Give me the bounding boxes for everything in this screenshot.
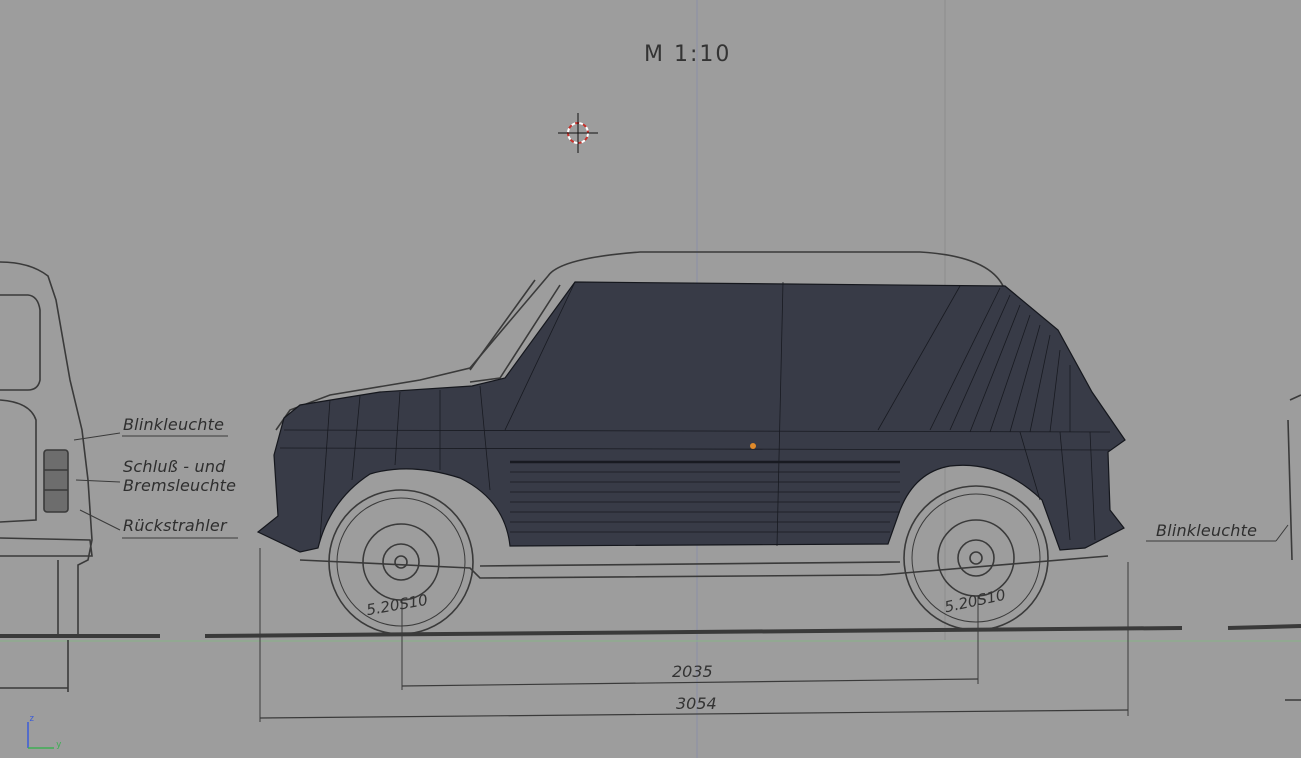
car-body-mesh: [256, 281, 1126, 553]
axis-gizmo: [27, 722, 54, 749]
blueprint-canvas[interactable]: [0, 0, 1301, 758]
rueckstrahler-label: Rückstrahler: [123, 516, 227, 535]
object-origin: [750, 443, 756, 449]
3d-cursor[interactable]: [558, 113, 598, 153]
length-dimension: 3054: [676, 694, 717, 713]
scale-label: M 1:10: [644, 42, 732, 67]
bremsleuchte-label: Bremsleuchte: [123, 476, 237, 495]
schluss-label: Schluß - und: [123, 457, 226, 476]
axis-y-label: y: [56, 740, 62, 750]
wheelbase-dimension: 2035: [672, 662, 713, 681]
blinkleuchte-label-right: Blinkleuchte: [1156, 521, 1258, 540]
axis-z-label: z: [29, 714, 35, 724]
blinkleuchte-label-left: Blinkleuchte: [123, 415, 225, 434]
3d-viewport[interactable]: M 1:10 Blinkleuchte Schluß - und Bremsle…: [0, 0, 1301, 758]
